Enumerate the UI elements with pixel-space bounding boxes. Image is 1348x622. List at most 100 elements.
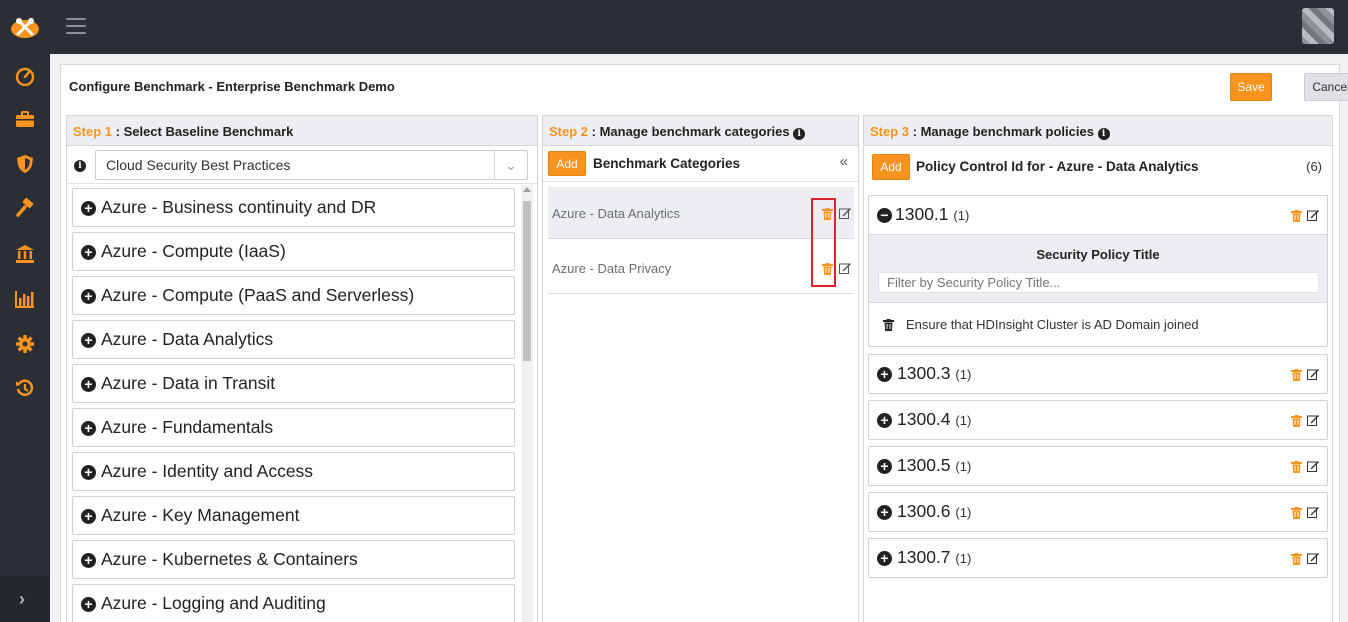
add-category-button[interactable]: Add: [548, 151, 586, 176]
list-item[interactable]: Azure - Data Privacy: [548, 242, 854, 294]
edit-icon[interactable]: [1307, 506, 1319, 518]
list-item[interactable]: + Azure - Fundamentals: [72, 408, 515, 447]
plus-circle-icon[interactable]: +: [81, 377, 96, 392]
list-item[interactable]: + Azure - Compute (IaaS): [72, 232, 515, 271]
sidebar: ›: [0, 54, 50, 622]
cancel-button[interactable]: Cancel: [1304, 73, 1348, 101]
bar-chart-icon[interactable]: [15, 289, 35, 309]
step2-header: Step 2 : Manage benchmark categories i: [543, 116, 858, 146]
list-item-label: Azure - Business continuity and DR: [101, 197, 377, 217]
gear-icon[interactable]: [15, 334, 35, 354]
save-button[interactable]: Save: [1230, 73, 1272, 101]
policy-entry-text: Ensure that HDInsight Cluster is AD Doma…: [906, 317, 1199, 332]
bank-icon[interactable]: [15, 244, 35, 264]
edit-icon[interactable]: [1307, 414, 1319, 426]
edit-icon[interactable]: [1307, 552, 1319, 564]
plus-circle-icon[interactable]: +: [81, 245, 96, 260]
trash-icon[interactable]: [1291, 553, 1302, 565]
collapse-icon[interactable]: «: [840, 153, 848, 170]
main-panel: Configure Benchmark - Enterprise Benchma…: [60, 64, 1348, 622]
top-bar: [0, 0, 1348, 54]
edit-icon[interactable]: [1307, 209, 1319, 221]
minus-circle-icon[interactable]: −: [877, 208, 892, 223]
plus-circle-icon[interactable]: +: [81, 509, 96, 524]
plus-circle-icon[interactable]: +: [81, 465, 96, 480]
policy-id: 1300.1: [895, 204, 949, 224]
list-item[interactable]: + Azure - Data Analytics: [72, 320, 515, 359]
policy-id: 1300.7: [897, 547, 951, 567]
policy-card[interactable]: +1300.4 (1): [868, 400, 1328, 440]
trash-icon[interactable]: [1291, 507, 1302, 519]
policy-card[interactable]: +1300.7 (1): [868, 538, 1328, 578]
info-icon[interactable]: i: [1097, 128, 1110, 140]
policies-title: Policy Control Id for - Azure - Data Ana…: [916, 159, 1199, 174]
list-item-label: Azure - Kubernetes & Containers: [101, 549, 358, 569]
plus-circle-icon[interactable]: +: [877, 505, 892, 520]
step1-panel: Step 1 : Select Baseline Benchmark i Clo…: [66, 115, 538, 622]
policy-card-expanded: −1300.1 (1) Security Policy Title Ensure…: [868, 195, 1328, 347]
list-item[interactable]: + Azure - Data in Transit: [72, 364, 515, 403]
plus-circle-icon[interactable]: +: [81, 553, 96, 568]
policy-count-badge: (1): [955, 367, 972, 382]
briefcase-icon[interactable]: [15, 110, 35, 130]
edit-icon[interactable]: [839, 207, 851, 219]
scroll-up-arrow-icon[interactable]: [523, 187, 531, 192]
edit-icon[interactable]: [1307, 460, 1319, 472]
list-item[interactable]: Azure - Data Analytics: [548, 187, 854, 239]
info-icon[interactable]: i: [793, 128, 806, 140]
policy-count: (6): [1306, 159, 1322, 174]
step2-title: : Manage benchmark categories: [588, 124, 790, 139]
add-policy-button[interactable]: Add: [872, 154, 910, 180]
plus-circle-icon[interactable]: +: [81, 333, 96, 348]
hamburger-icon[interactable]: [66, 18, 86, 34]
speedometer-icon[interactable]: [15, 66, 35, 87]
policy-detail-header: Security Policy Title: [869, 234, 1327, 302]
plus-circle-icon[interactable]: +: [81, 289, 96, 304]
plus-circle-icon[interactable]: +: [81, 421, 96, 436]
step3-panel: Step 3 : Manage benchmark policies i Add…: [863, 115, 1333, 622]
plus-circle-icon[interactable]: +: [877, 367, 892, 382]
plus-circle-icon[interactable]: +: [81, 597, 96, 612]
baseline-benchmark-select[interactable]: Cloud Security Best Practices ⌄: [95, 150, 528, 180]
app-logo[interactable]: [10, 12, 40, 40]
edit-icon[interactable]: [839, 262, 851, 274]
step1-header: Step 1 : Select Baseline Benchmark: [67, 116, 537, 146]
policy-count-badge: (1): [955, 505, 972, 520]
policy-header-row[interactable]: −1300.1 (1): [869, 196, 1327, 234]
policy-card[interactable]: +1300.5 (1): [868, 446, 1328, 486]
list-item-label: Azure - Compute (PaaS and Serverless): [101, 285, 415, 305]
shield-icon[interactable]: [15, 154, 35, 174]
trash-icon[interactable]: [1291, 369, 1302, 381]
list-item[interactable]: + Azure - Business continuity and DR: [72, 188, 515, 227]
avatar[interactable]: [1302, 8, 1334, 44]
list-item[interactable]: + Azure - Compute (PaaS and Serverless): [72, 276, 515, 315]
policy-card[interactable]: +1300.6 (1): [868, 492, 1328, 532]
list-item-label: Azure - Compute (IaaS): [101, 241, 286, 261]
plus-circle-icon[interactable]: +: [877, 413, 892, 428]
list-item[interactable]: + Azure - Key Management: [72, 496, 515, 535]
scrollbar[interactable]: [521, 185, 533, 622]
list-item[interactable]: + Azure - Kubernetes & Containers: [72, 540, 515, 579]
plus-circle-icon[interactable]: +: [877, 551, 892, 566]
edit-icon[interactable]: [1307, 368, 1319, 380]
info-icon[interactable]: i: [74, 160, 86, 172]
sidebar-expand-button[interactable]: ›: [0, 576, 50, 622]
list-item[interactable]: + Azure - Logging and Auditing: [72, 584, 515, 622]
policy-id: 1300.4: [897, 409, 951, 429]
list-item[interactable]: + Azure - Identity and Access: [72, 452, 515, 491]
trash-icon[interactable]: [1291, 415, 1302, 427]
step1-label: Step 1: [73, 124, 113, 139]
plus-circle-icon[interactable]: +: [81, 201, 96, 216]
policy-card[interactable]: +1300.3 (1): [868, 354, 1328, 394]
hammer-icon[interactable]: [15, 197, 35, 218]
trash-icon[interactable]: [883, 319, 894, 331]
trash-icon[interactable]: [1291, 210, 1302, 222]
policy-filter-input[interactable]: [878, 272, 1319, 293]
scrollbar-thumb[interactable]: [523, 201, 531, 361]
plus-circle-icon[interactable]: +: [877, 459, 892, 474]
history-icon[interactable]: [15, 378, 35, 398]
policy-id: 1300.6: [897, 501, 951, 521]
policy-count-badge: (1): [955, 413, 972, 428]
chevron-down-icon[interactable]: ⌄: [494, 151, 527, 179]
trash-icon[interactable]: [1291, 461, 1302, 473]
